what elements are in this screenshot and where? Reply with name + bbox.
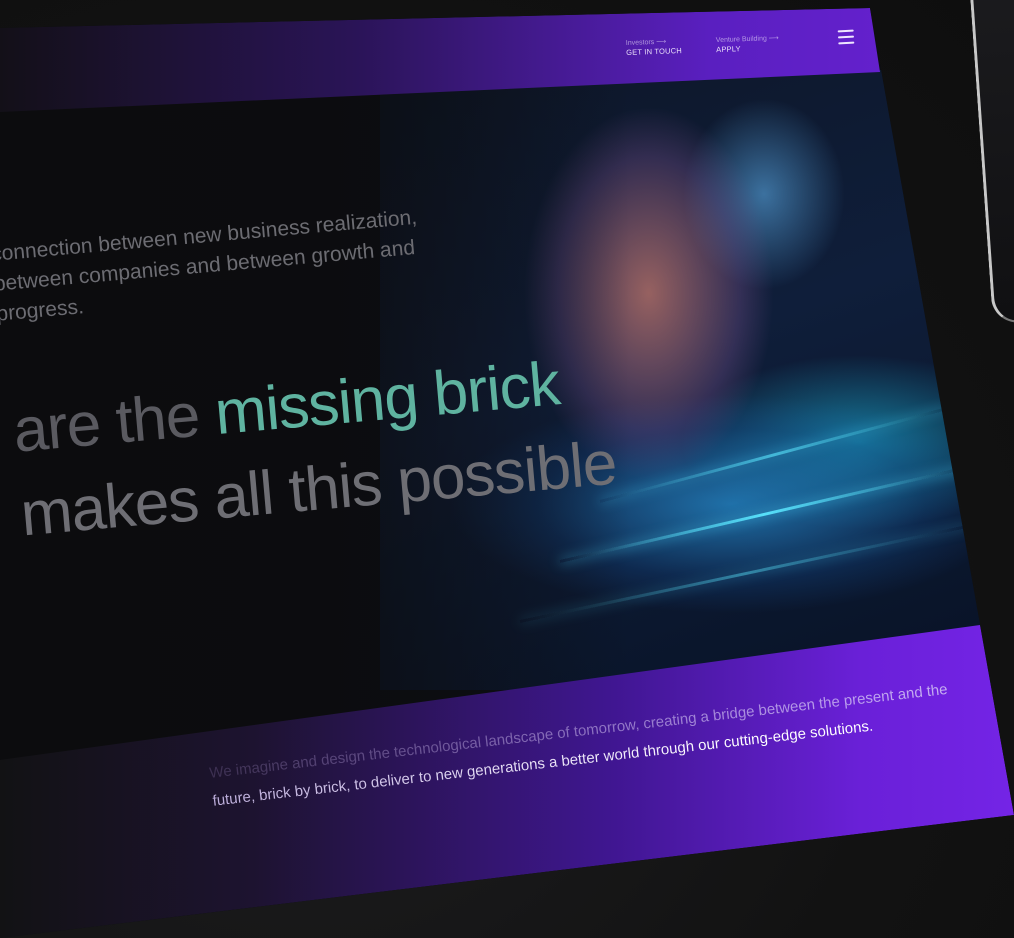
nav-investors[interactable]: Investors ⟶ GET IN TOUCH <box>626 37 682 57</box>
website-screen: Investors ⟶ GET IN TOUCH Venture Buildin… <box>0 8 1014 938</box>
nav-venture-building[interactable]: Venture Building ⟶ APPLY <box>716 34 780 54</box>
headline-prefix: are the <box>10 379 219 466</box>
photo-scene: Investors ⟶ GET IN TOUCH Venture Buildin… <box>0 0 1014 938</box>
menu-icon[interactable] <box>837 29 855 45</box>
second-device-edge <box>969 0 1014 325</box>
